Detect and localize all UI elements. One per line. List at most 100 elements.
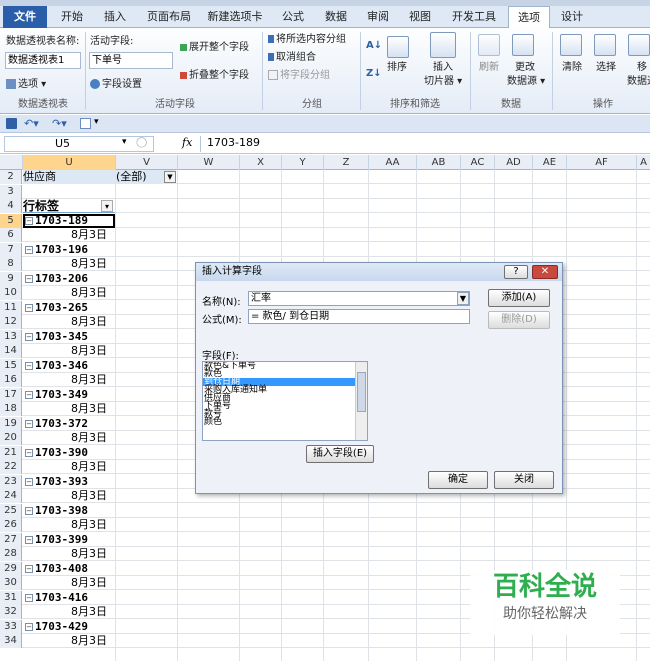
row-number[interactable]: 18: [0, 402, 22, 416]
collapse-toggle-icon[interactable]: −: [25, 506, 33, 515]
tab-new-tab[interactable]: 新建选项卡: [202, 6, 268, 28]
column-header-ad[interactable]: AD: [495, 155, 533, 170]
fields-listbox[interactable]: 款色&下单号 款色 到仓日期 采购入库通知单 供应商 下单号 款号 颜色: [202, 361, 368, 441]
column-header-aa[interactable]: AA: [369, 155, 417, 170]
row-number[interactable]: 12: [0, 315, 22, 329]
expand-field-button[interactable]: 展开整个字段: [180, 42, 249, 54]
change-source-icon[interactable]: [512, 34, 534, 56]
sort-za-icon[interactable]: Z↓: [366, 68, 382, 80]
pivot-date-cell[interactable]: 8月3日: [23, 402, 115, 416]
column-header-ae[interactable]: AE: [533, 155, 567, 170]
print-preview-icon[interactable]: [80, 118, 91, 129]
field-settings-button[interactable]: 字段设置: [90, 79, 142, 91]
pivot-group-cell[interactable]: −1703-416: [23, 591, 115, 605]
pivot-date-cell[interactable]: 8月3日: [23, 257, 115, 271]
add-button[interactable]: 添加(A): [488, 289, 550, 307]
collapse-field-button[interactable]: 折叠整个字段: [180, 70, 249, 82]
pivot-date-cell[interactable]: 8月3日: [23, 344, 115, 358]
row-number[interactable]: 15: [0, 358, 22, 373]
collapse-toggle-icon[interactable]: −: [25, 448, 33, 457]
sort-az-icon[interactable]: A↓: [366, 40, 382, 52]
column-header-v[interactable]: V: [116, 155, 178, 170]
sort-dialog-icon[interactable]: [387, 36, 409, 58]
collapse-toggle-icon[interactable]: −: [25, 535, 33, 544]
select-all-corner[interactable]: [0, 155, 23, 170]
tab-home[interactable]: 开始: [52, 6, 92, 28]
pivot-date-cell[interactable]: 8月3日: [23, 605, 115, 619]
select-label[interactable]: 选择: [596, 62, 616, 74]
name-box-dropdown-icon[interactable]: ▾: [122, 137, 127, 147]
pivot-group-cell[interactable]: −1703-429: [23, 620, 115, 634]
qat-customize-icon[interactable]: ▾: [94, 117, 99, 127]
collapse-toggle-icon[interactable]: −: [25, 622, 33, 631]
fields-scrollbar[interactable]: [355, 362, 367, 440]
row-labels-filter-icon[interactable]: ▾: [101, 200, 113, 212]
undo-icon[interactable]: ↶▾: [24, 117, 39, 130]
pivot-group-cell[interactable]: −1703-265: [23, 301, 115, 315]
pivot-date-cell[interactable]: 8月3日: [23, 547, 115, 561]
filter-label-cell[interactable]: 供应商: [23, 170, 115, 184]
field-list-item[interactable]: 款色&下单号: [203, 362, 367, 371]
row-number[interactable]: 28: [0, 547, 22, 561]
collapse-toggle-icon[interactable]: −: [25, 477, 33, 486]
tab-developer[interactable]: 开发工具: [446, 6, 502, 28]
insert-slicer-label2[interactable]: 切片器 ▾: [424, 76, 462, 88]
formula-field-input[interactable]: = 款色/ 到仓日期: [248, 309, 470, 324]
column-header-w[interactable]: W: [178, 155, 240, 170]
pivot-group-cell[interactable]: −1703-393: [23, 475, 115, 489]
row-number[interactable]: 9: [0, 271, 22, 286]
pivot-group-cell[interactable]: −1703-408: [23, 562, 115, 576]
row-number[interactable]: 2: [0, 170, 22, 184]
group-field-button[interactable]: 将字段分组: [268, 70, 330, 82]
field-list-item[interactable]: 颜色: [203, 418, 367, 427]
collapse-toggle-icon[interactable]: −: [25, 303, 33, 312]
row-number[interactable]: 3: [0, 184, 22, 199]
tab-review[interactable]: 审阅: [360, 6, 396, 28]
row-labels-header[interactable]: 行标签 ▾: [23, 199, 115, 213]
insert-field-button[interactable]: 插入字段(E): [306, 445, 374, 463]
fx-icon[interactable]: fx: [182, 136, 192, 149]
row-number[interactable]: 32: [0, 605, 22, 619]
row-number[interactable]: 16: [0, 373, 22, 387]
row-number[interactable]: 19: [0, 416, 22, 431]
empty-cell[interactable]: [23, 185, 115, 199]
row-number[interactable]: 26: [0, 518, 22, 532]
pivot-date-cell[interactable]: 8月3日: [23, 228, 115, 242]
row-number[interactable]: 27: [0, 532, 22, 547]
row-number[interactable]: 22: [0, 460, 22, 474]
name-dropdown-icon[interactable]: ▼: [457, 292, 469, 305]
row-number[interactable]: 25: [0, 503, 22, 518]
row-number[interactable]: 24: [0, 489, 22, 503]
row-number[interactable]: 4: [0, 199, 22, 213]
ok-button[interactable]: 确定: [428, 471, 488, 489]
column-header-u[interactable]: U: [23, 155, 116, 170]
pivot-group-cell[interactable]: −1703-349: [23, 388, 115, 402]
pivot-name-input[interactable]: 数据透视表1: [5, 52, 81, 69]
pivot-date-cell[interactable]: 8月3日: [23, 460, 115, 474]
collapse-toggle-icon[interactable]: −: [25, 332, 33, 341]
options-button[interactable]: 选项 ▾: [6, 79, 46, 91]
pivot-date-cell[interactable]: 8月3日: [23, 315, 115, 329]
pivot-group-cell[interactable]: −1703-399: [23, 533, 115, 547]
clear-label[interactable]: 清除: [562, 62, 582, 74]
row-number[interactable]: 23: [0, 474, 22, 489]
column-header-ab[interactable]: AB: [417, 155, 461, 170]
row-number[interactable]: 21: [0, 445, 22, 460]
collapse-toggle-icon[interactable]: −: [25, 274, 33, 283]
field-list-item[interactable]: 款号: [203, 410, 367, 419]
pivot-date-cell[interactable]: 8月3日: [23, 286, 115, 300]
refresh-icon[interactable]: [478, 34, 500, 56]
pivot-group-cell[interactable]: −1703-398: [23, 504, 115, 518]
field-list-item[interactable]: 下单号: [203, 402, 367, 411]
pivot-group-cell[interactable]: −1703-189: [23, 213, 115, 228]
ungroup-button[interactable]: 取消组合: [268, 52, 316, 64]
filter-value-cell[interactable]: (全部) ▼: [116, 170, 176, 184]
pivot-date-cell[interactable]: 8月3日: [23, 431, 115, 445]
clear-icon[interactable]: [560, 34, 582, 56]
pivot-group-cell[interactable]: −1703-390: [23, 446, 115, 460]
pivot-date-cell[interactable]: 8月3日: [23, 518, 115, 532]
row-number[interactable]: 34: [0, 634, 22, 648]
row-number[interactable]: 14: [0, 344, 22, 358]
name-box[interactable]: U5: [4, 136, 154, 152]
formula-input[interactable]: 1703-189: [200, 136, 648, 152]
